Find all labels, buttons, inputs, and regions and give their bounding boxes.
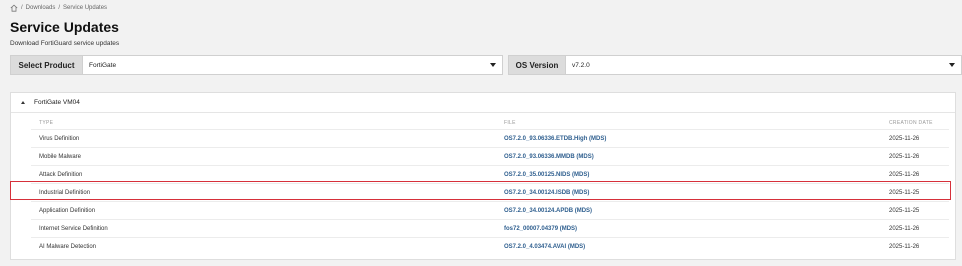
home-icon[interactable]: [10, 4, 18, 12]
page-subtitle: Download FortiGuard service updates: [10, 40, 120, 47]
file-download-link[interactable]: OS7.2.0_93.06336.ETDB.High (MDS): [504, 136, 606, 142]
collapse-icon[interactable]: [21, 101, 25, 104]
select-product-label: Select Product: [10, 55, 83, 75]
table-row: Attack Definition OS7.2.0_35.00125.NIDS …: [31, 165, 949, 183]
table-row: Industrial Definition OS7.2.0_34.00124.I…: [31, 183, 949, 201]
row-type: Industrial Definition: [39, 189, 91, 196]
row-type: Mobile Malware: [39, 153, 82, 160]
table-header: TYPE FILE CREATION DATE: [31, 117, 949, 129]
product-select[interactable]: FortiGate: [83, 55, 503, 75]
row-date: 2025-11-26: [889, 135, 920, 142]
updates-panel: FortiGate VM04 TYPE FILE CREATION DATE V…: [10, 92, 956, 260]
file-download-link[interactable]: OS7.2.0_34.00124.ISDB (MDS): [504, 190, 589, 196]
table-row: Virus Definition OS7.2.0_93.06336.ETDB.H…: [31, 129, 949, 147]
breadcrumb-downloads[interactable]: Downloads: [26, 5, 56, 11]
file-download-link[interactable]: OS7.2.0_93.06336.MMDB (MDS): [504, 154, 594, 160]
file-download-link[interactable]: OS7.2.0_34.00124.APDB (MDS): [504, 208, 592, 214]
table-row: Internet Service Definition fos72_00007.…: [31, 219, 949, 237]
row-date: 2025-11-25: [889, 189, 920, 196]
chevron-down-icon: [949, 63, 955, 67]
panel-header[interactable]: FortiGate VM04: [11, 93, 955, 113]
file-download-link[interactable]: OS7.2.0_4.03474.AVAI (MDS): [504, 244, 585, 250]
breadcrumb: / Downloads / Service Updates: [10, 4, 107, 12]
breadcrumb-separator: /: [58, 5, 61, 11]
selector-row: Select Product FortiGate OS Version v7.2…: [10, 55, 962, 75]
file-download-link[interactable]: fos72_00007.04379 (MDS): [504, 226, 577, 232]
column-header-type: TYPE: [39, 120, 54, 126]
os-version-label: OS Version: [508, 55, 566, 75]
row-type: Internet Service Definition: [39, 225, 108, 232]
row-type: Application Definition: [39, 207, 96, 214]
os-version-select[interactable]: v7.2.0: [566, 55, 962, 75]
file-download-link[interactable]: OS7.2.0_35.00125.NIDS (MDS): [504, 172, 589, 178]
os-version-select-value: v7.2.0: [572, 61, 590, 69]
row-date: 2025-11-26: [889, 171, 920, 178]
breadcrumb-separator: /: [21, 5, 23, 11]
row-type: Virus Definition: [39, 135, 80, 142]
row-date: 2025-11-25: [889, 207, 920, 214]
breadcrumb-service-updates: Service Updates: [63, 5, 108, 11]
chevron-down-icon: [490, 63, 496, 67]
column-header-file: FILE: [504, 120, 516, 126]
panel-title: FortiGate VM04: [34, 99, 80, 106]
table-row: Application Definition OS7.2.0_34.00124.…: [31, 201, 949, 219]
table-row: AI Malware Detection OS7.2.0_4.03474.AVA…: [31, 237, 949, 255]
row-date: 2025-11-26: [889, 153, 920, 160]
row-type: Attack Definition: [39, 171, 83, 178]
row-type: AI Malware Detection: [39, 243, 97, 250]
product-select-value: FortiGate: [89, 61, 117, 69]
page-title: Service Updates: [10, 19, 119, 35]
row-date: 2025-11-26: [889, 225, 920, 232]
column-header-creation-date: CREATION DATE: [889, 120, 933, 126]
table-row: Mobile Malware OS7.2.0_93.06336.MMDB (MD…: [31, 147, 949, 165]
row-date: 2025-11-26: [889, 243, 920, 250]
updates-table: TYPE FILE CREATION DATE Virus Definition…: [31, 117, 949, 255]
